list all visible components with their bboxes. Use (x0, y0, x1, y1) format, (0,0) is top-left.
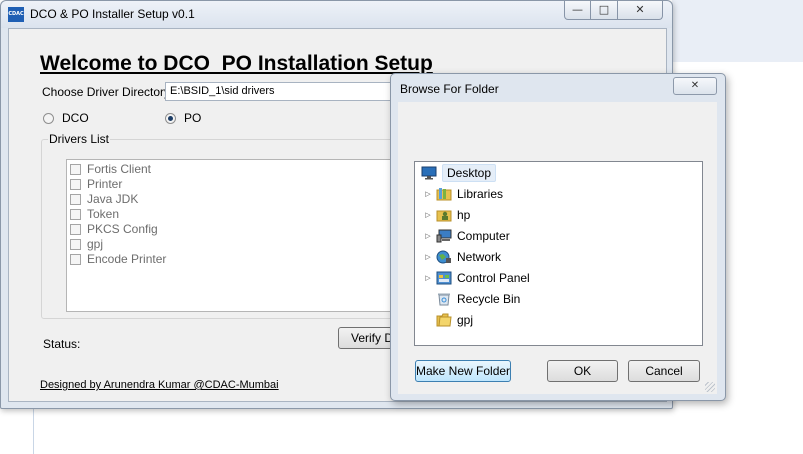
tree-item-libraries[interactable]: ▷ Libraries (423, 184, 503, 204)
tree-label-recycle-bin: Recycle Bin (457, 292, 521, 306)
radio-dco-label: DCO (62, 111, 89, 125)
driver-item-fortis-client[interactable]: Fortis Client (70, 162, 151, 176)
app-icon: CDAC (8, 7, 24, 22)
driver-label: Java JDK (87, 192, 139, 206)
libraries-icon (436, 187, 452, 201)
driver-label: Encode Printer (87, 252, 167, 266)
background-divider (33, 405, 34, 454)
browse-folder-dialog: Browse For Folder ✕ Desktop ▷ Libraries … (390, 73, 726, 401)
tree-item-gpj[interactable]: gpj (436, 310, 473, 330)
checkbox[interactable] (70, 178, 81, 190)
driver-directory-input[interactable]: E:\BSID_1\sid drivers (165, 82, 405, 101)
folder-icon (436, 313, 452, 327)
driver-item-printer[interactable]: Printer (70, 177, 122, 191)
tree-item-desktop[interactable]: Desktop (421, 163, 497, 183)
dialog-close-button[interactable]: ✕ (673, 77, 717, 95)
control-panel-icon (436, 271, 452, 285)
minimize-button[interactable]: — (564, 1, 591, 20)
make-new-folder-button[interactable]: Make New Folder (415, 360, 511, 382)
computer-icon (436, 229, 452, 243)
driver-item-token[interactable]: Token (70, 207, 119, 221)
radio-po[interactable]: PO (165, 111, 201, 125)
tree-label-control-panel: Control Panel (457, 271, 530, 285)
cancel-button[interactable]: Cancel (628, 360, 700, 382)
radio-po-label: PO (184, 111, 202, 125)
checkbox[interactable] (70, 208, 81, 220)
checkbox[interactable] (70, 253, 81, 265)
driver-label: gpj (87, 237, 104, 251)
tree-item-hp[interactable]: ▷ hp (423, 205, 470, 225)
minimize-icon: — (572, 3, 583, 16)
radio-dco-circle[interactable] (43, 112, 54, 124)
driver-label: Token (87, 207, 120, 221)
window-title: DCO & PO Installer Setup v0.1 (30, 7, 195, 21)
dialog-body: Desktop ▷ Libraries ▷ hp ▷ Computer ▷ Ne… (398, 102, 717, 394)
user-folder-icon (436, 208, 452, 222)
dialog-title: Browse For Folder (400, 82, 499, 96)
background-window (672, 0, 803, 62)
desktop-icon (421, 166, 437, 180)
expand-arrow-icon[interactable]: ▷ (423, 253, 433, 261)
expand-arrow-icon[interactable]: ▷ (423, 211, 433, 219)
checkbox[interactable] (70, 163, 81, 175)
tree-label-hp: hp (457, 208, 471, 222)
checkbox[interactable] (70, 238, 81, 250)
expand-arrow-icon[interactable]: ▷ (423, 190, 433, 198)
driver-item-java-jdk[interactable]: Java JDK (70, 192, 138, 206)
expand-arrow-icon[interactable]: ▷ (423, 274, 433, 282)
resize-grip[interactable] (705, 382, 715, 392)
drivers-checklist[interactable]: Fortis Client Printer Java JDK Token PKC… (66, 159, 406, 312)
tree-label-libraries: Libraries (457, 187, 504, 201)
radio-dco[interactable]: DCO (43, 111, 89, 125)
tree-item-control-panel[interactable]: ▷ Control Panel (423, 268, 530, 288)
driver-item-pkcs-config[interactable]: PKCS Config (70, 222, 158, 236)
tree-item-recycle-bin[interactable]: Recycle Bin (436, 289, 520, 309)
radio-po-circle[interactable] (165, 112, 176, 124)
tree-item-computer[interactable]: ▷ Computer (423, 226, 510, 246)
ok-button[interactable]: OK (547, 360, 618, 382)
close-icon: ✕ (635, 3, 645, 16)
drivers-list-label: Drivers List (48, 132, 111, 146)
driver-item-gpj[interactable]: gpj (70, 237, 103, 251)
tree-label-gpj: gpj (457, 313, 474, 327)
driver-label: Fortis Client (87, 162, 152, 176)
welcome-heading: Welcome to DCO PO Installation Setup (40, 52, 433, 75)
maximize-icon: □ (598, 3, 610, 16)
checkbox[interactable] (70, 193, 81, 205)
recycle-bin-icon (436, 292, 452, 306)
close-icon: ✕ (690, 80, 700, 91)
tree-label-computer: Computer (457, 229, 510, 243)
folder-tree[interactable]: Desktop ▷ Libraries ▷ hp ▷ Computer ▷ Ne… (414, 161, 703, 346)
expand-arrow-icon[interactable]: ▷ (423, 232, 433, 240)
close-button[interactable]: ✕ (617, 1, 663, 20)
tree-label-network: Network (457, 250, 502, 264)
driver-label: Printer (87, 177, 123, 191)
driver-label: PKCS Config (87, 222, 158, 236)
checkbox[interactable] (70, 223, 81, 235)
driver-item-encode-printer[interactable]: Encode Printer (70, 252, 166, 266)
maximize-button[interactable]: □ (590, 1, 618, 20)
credit-link[interactable]: Designed by Arunendra Kumar @CDAC-Mumbai (40, 379, 279, 391)
network-icon (436, 250, 452, 264)
tree-label-desktop: Desktop (442, 164, 497, 182)
installer-titlebar[interactable]: CDAC DCO & PO Installer Setup v0.1 — □ ✕ (1, 1, 672, 28)
status-label: Status: (43, 337, 81, 351)
driver-directory-label: Choose Driver Directory (42, 85, 171, 99)
tree-item-network[interactable]: ▷ Network (423, 247, 501, 267)
